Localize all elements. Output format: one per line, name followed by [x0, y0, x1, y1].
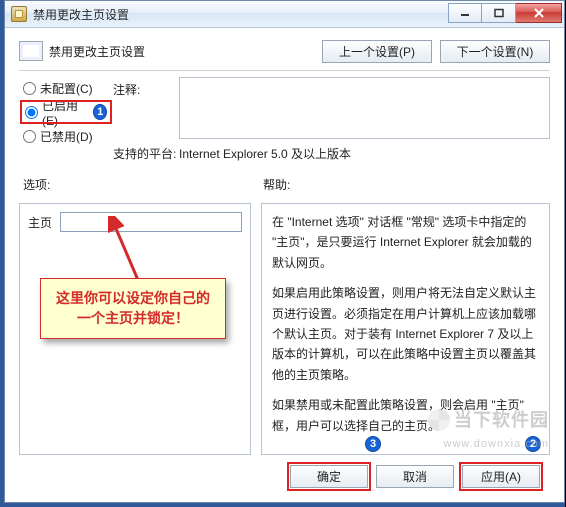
radio-enabled[interactable]: 已启用(E) 1: [23, 103, 109, 121]
close-button[interactable]: [516, 3, 562, 23]
badge-3: 3: [365, 436, 381, 452]
window-icon: [11, 6, 27, 22]
help-paragraph-3: 如果禁用或未配置此策略设置，则会启用 "主页" 框，用户可以选择自己的主页。: [272, 395, 539, 436]
platforms-label: 支持的平台:: [113, 145, 175, 162]
platforms-value: Internet Explorer 5.0 及以上版本: [179, 145, 550, 162]
titlebar[interactable]: 禁用更改主页设置: [5, 1, 564, 28]
badge-2: 2: [525, 436, 541, 452]
notes-label: 注释:: [113, 77, 175, 98]
maximize-button[interactable]: [482, 3, 516, 23]
help-paragraph-2: 如果启用此策略设置，则用户将无法自定义默认主页进行设置。必须指定在用户计算机上应…: [272, 283, 539, 385]
prev-setting-button[interactable]: 上一个设置(P): [322, 40, 432, 63]
annotation-callout: 这里你可以设定你自己的 一个主页并锁定！: [40, 278, 226, 339]
next-setting-button[interactable]: 下一个设置(N): [440, 40, 550, 63]
homepage-input[interactable]: [60, 212, 242, 232]
options-pane: 主页 这里你可以设定你自己的 一个主页并锁定！: [19, 203, 251, 455]
radio-disabled-label: 已禁用(D): [40, 128, 93, 145]
settings-window: 禁用更改主页设置 禁用更改主页设置 上一个设置(P) 下一个设置(N): [4, 0, 565, 503]
options-label: 选项:: [23, 176, 263, 193]
window-title: 禁用更改主页设置: [33, 6, 129, 23]
radio-unconfigured[interactable]: 未配置(C): [23, 79, 109, 97]
ok-button[interactable]: 确定: [290, 465, 368, 488]
homepage-label: 主页: [28, 214, 56, 231]
policy-icon: [19, 41, 43, 61]
radio-unconfigured-label: 未配置(C): [40, 80, 93, 97]
minimize-button[interactable]: [448, 3, 482, 23]
policy-title: 禁用更改主页设置: [49, 43, 145, 60]
callout-line1: 这里你可以设定你自己的: [56, 290, 210, 306]
help-label: 帮助:: [263, 176, 290, 193]
radio-enabled-label: 已启用(E): [42, 97, 85, 128]
help-pane: 在 "Internet 选项" 对话框 "常规" 选项卡中指定的 "主页"，是只…: [261, 203, 550, 455]
radio-disabled[interactable]: 已禁用(D): [23, 127, 109, 145]
badge-1: 1: [93, 104, 107, 120]
notes-textarea[interactable]: [179, 77, 550, 139]
cancel-button[interactable]: 取消: [376, 465, 454, 488]
maximize-icon: [493, 8, 505, 18]
minimize-icon: [459, 8, 471, 18]
apply-button[interactable]: 应用(A): [462, 465, 540, 488]
help-paragraph-1: 在 "Internet 选项" 对话框 "常规" 选项卡中指定的 "主页"，是只…: [272, 212, 539, 273]
separator: [19, 70, 550, 71]
close-icon: [533, 8, 545, 18]
callout-line2: 一个主页并锁定！: [77, 310, 189, 326]
